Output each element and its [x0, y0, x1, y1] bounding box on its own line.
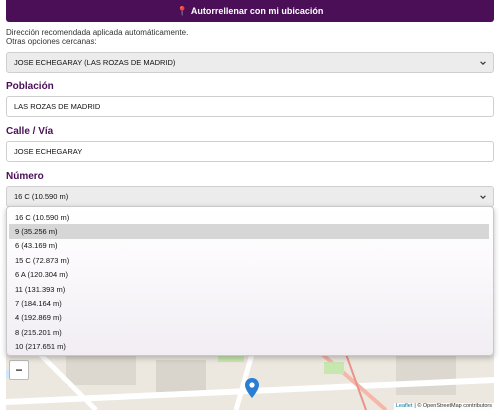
numero-option[interactable]: 7 (184.164 m): [9, 296, 489, 310]
numero-label: Número: [6, 171, 44, 182]
numero-option[interactable]: 15 C (72.873 m): [9, 253, 489, 267]
numero-option[interactable]: 4 (192.869 m): [9, 311, 489, 325]
numero-option[interactable]: 6 (43.169 m): [9, 239, 489, 253]
numero-option[interactable]: 10 (217.651 m): [9, 340, 489, 354]
osm-attribution: | © OpenStreetMap contributors: [414, 403, 492, 409]
numero-option[interactable]: 11 (131.393 m): [9, 282, 489, 296]
recommendation-note: Dirección recomendada aplicada automátic…: [6, 28, 188, 46]
address-select-value: JOSE ECHEGARAY (LAS ROZAS DE MADRID): [14, 58, 176, 67]
autofill-button-label: Autorrellenar con mi ubicación: [190, 6, 324, 16]
autofill-location-button[interactable]: 📍 Autorrellenar con mi ubicación: [6, 0, 494, 22]
leaflet-link[interactable]: Leaflet: [396, 403, 413, 410]
zoom-out-button[interactable]: −: [9, 360, 29, 380]
map-attribution: Leaflet | © OpenStreetMap contributors: [393, 403, 494, 410]
numero-option[interactable]: 16 C (10.590 m): [9, 210, 489, 224]
recommendation-line-2: Otras opciones cercanas:: [6, 37, 97, 46]
poblacion-label: Población: [6, 81, 54, 92]
poblacion-input[interactable]: [6, 96, 494, 117]
numero-option[interactable]: 9 (35.256 m): [9, 224, 489, 239]
numero-dropdown-list[interactable]: 16 C (10.590 m) 9 (35.256 m) 6 (43.169 m) 1…: [6, 206, 494, 356]
numero-option[interactable]: 6 A (120.304 m): [9, 268, 489, 282]
numero-option[interactable]: 8 (215.201 m): [9, 325, 489, 339]
chevron-down-icon: [479, 193, 487, 201]
chevron-down-icon: [479, 59, 487, 67]
calle-label: Calle / Vía: [6, 126, 54, 137]
calle-input[interactable]: [6, 141, 494, 162]
map-pin-icon: 📍: [176, 5, 188, 16]
numero-select[interactable]: 16 C (10.590 m): [6, 186, 494, 207]
map-marker-icon[interactable]: [245, 378, 259, 398]
address-select[interactable]: JOSE ECHEGARAY (LAS ROZAS DE MADRID): [6, 52, 494, 73]
recommendation-line-1: Dirección recomendada aplicada automátic…: [6, 28, 189, 37]
numero-select-value: 16 C (10.590 m): [14, 192, 69, 201]
